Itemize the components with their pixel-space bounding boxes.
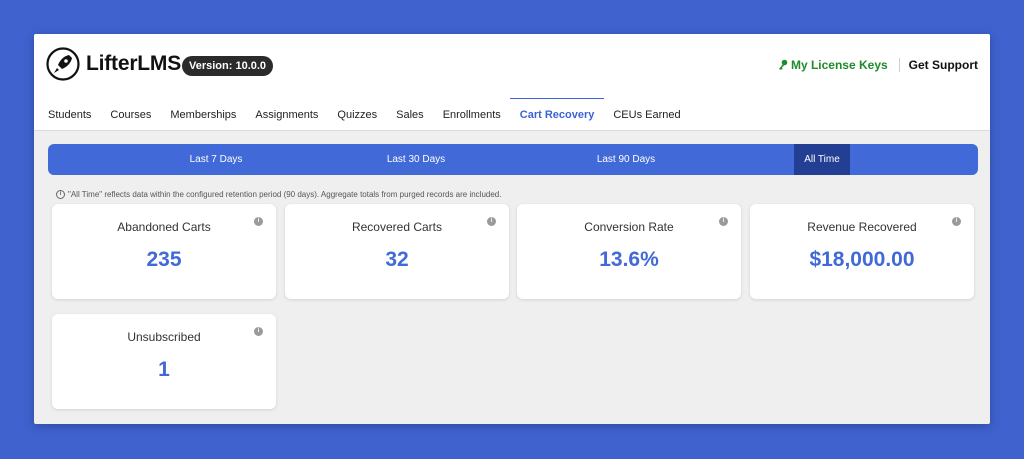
stat-card-conversion-rate: Conversion Rate 13.6% i bbox=[517, 204, 741, 299]
info-icon[interactable]: i bbox=[487, 217, 496, 226]
tab-sales[interactable]: Sales bbox=[396, 108, 424, 122]
header: LifterLMS Version: 10.0.0 My License Key… bbox=[34, 34, 990, 131]
nav-tabs: Students Courses Memberships Assignments… bbox=[48, 98, 700, 122]
date-range-selector: Last 7 Days Last 30 Days Last 90 Days Al… bbox=[48, 144, 978, 175]
header-links: My License Keys Get Support bbox=[778, 58, 978, 72]
range-last-7-days[interactable]: Last 7 Days bbox=[126, 144, 306, 175]
tab-quizzes[interactable]: Quizzes bbox=[337, 108, 377, 122]
info-icon[interactable]: i bbox=[719, 217, 728, 226]
key-icon bbox=[778, 59, 788, 70]
tab-ceus-earned[interactable]: CEUs Earned bbox=[613, 108, 680, 122]
license-keys-link[interactable]: My License Keys bbox=[778, 58, 888, 72]
card-value: $18,000.00 bbox=[809, 248, 915, 271]
stat-card-recovered-carts: Recovered Carts 32 i bbox=[285, 204, 509, 299]
tab-cart-recovery[interactable]: Cart Recovery bbox=[509, 98, 604, 122]
tab-students[interactable]: Students bbox=[48, 108, 91, 122]
license-keys-label: My License Keys bbox=[790, 58, 888, 72]
info-icon: i bbox=[56, 190, 65, 199]
stat-card-abandoned-carts: Abandoned Carts 235 i bbox=[52, 204, 276, 299]
version-badge: Version: 10.0.0 bbox=[182, 56, 274, 76]
card-value: 32 bbox=[385, 248, 409, 271]
stat-card-revenue-recovered: Revenue Recovered $18,000.00 i bbox=[750, 204, 974, 299]
card-title: Recovered Carts bbox=[351, 220, 443, 234]
info-icon[interactable]: i bbox=[254, 217, 263, 226]
tab-enrollments[interactable]: Enrollments bbox=[443, 108, 501, 122]
stat-card-unsubscribed: Unsubscribed 1 i bbox=[52, 314, 276, 409]
card-value: 1 bbox=[158, 358, 170, 381]
range-all-time[interactable]: All Time bbox=[794, 144, 850, 175]
tab-memberships[interactable]: Memberships bbox=[170, 108, 236, 122]
card-title: Revenue Recovered bbox=[807, 220, 917, 234]
card-value: 13.6% bbox=[599, 248, 659, 271]
brand-name: LifterLMS bbox=[86, 52, 182, 75]
rocket-logo-icon bbox=[46, 47, 80, 81]
card-title: Unsubscribed bbox=[127, 330, 201, 344]
tab-assignments[interactable]: Assignments bbox=[255, 108, 318, 122]
header-divider bbox=[898, 58, 900, 72]
retention-note: i "All Time" reflects data within the co… bbox=[56, 190, 501, 199]
card-value: 235 bbox=[146, 248, 182, 271]
info-icon[interactable]: i bbox=[952, 217, 961, 226]
retention-note-text: "All Time" reflects data within the conf… bbox=[68, 190, 502, 199]
range-last-90-days[interactable]: Last 90 Days bbox=[536, 144, 716, 175]
card-title: Conversion Rate bbox=[584, 220, 674, 234]
reporting-panel: LifterLMS Version: 10.0.0 My License Key… bbox=[34, 34, 990, 424]
tab-courses[interactable]: Courses bbox=[110, 108, 151, 122]
info-icon[interactable]: i bbox=[254, 327, 263, 336]
card-title: Abandoned Carts bbox=[117, 220, 211, 234]
get-support-link[interactable]: Get Support bbox=[909, 58, 978, 72]
range-last-30-days[interactable]: Last 30 Days bbox=[326, 144, 506, 175]
